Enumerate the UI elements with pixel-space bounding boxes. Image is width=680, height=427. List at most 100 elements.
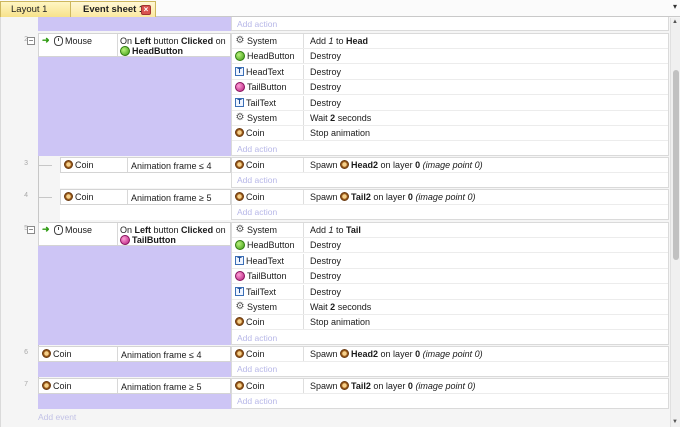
action-text[interactable]: Destroy xyxy=(310,254,341,268)
collapse-toggle-icon[interactable]: − xyxy=(27,226,35,234)
action-object[interactable]: T HeadText xyxy=(232,254,304,268)
action-object[interactable]: HeadButton xyxy=(232,238,304,252)
action-text[interactable]: Spawn Head2 on layer 0 (image point 0) xyxy=(310,347,483,361)
vertical-scrollbar[interactable]: ▲ ▼ xyxy=(670,18,680,427)
action-row[interactable]: Coin Stop animation xyxy=(232,315,668,330)
condition-object[interactable]: Coin xyxy=(64,192,94,202)
condition-text[interactable]: Animation frame ≥ 5 xyxy=(121,382,201,392)
action-object[interactable]: Coin xyxy=(232,190,304,204)
action-text[interactable]: Wait 2 seconds xyxy=(310,111,371,125)
tab-layout-1[interactable]: Layout 1 xyxy=(0,1,72,17)
action-row[interactable]: Coin Spawn Head2 on layer 0 (image point … xyxy=(232,158,668,173)
condition-object[interactable]: ➜ Mouse xyxy=(42,35,92,47)
condition-row[interactable]: ➜ Mouse On Left button Clicked on TailButto… xyxy=(38,222,231,246)
action-object-label: HeadButton xyxy=(247,240,295,250)
action-row[interactable]: TailButton Destroy xyxy=(232,80,668,95)
action-text-part: to xyxy=(333,36,347,46)
condition-text[interactable]: Animation frame ≥ 5 xyxy=(131,193,211,203)
close-tab-icon[interactable]: × xyxy=(141,5,151,15)
collapse-toggle-icon[interactable]: − xyxy=(27,37,35,45)
action-row[interactable]: Coin Stop animation xyxy=(232,126,668,141)
previous-event-actions: Add action xyxy=(231,17,669,31)
condition-row[interactable]: Coin Animation frame ≥ 5 xyxy=(38,378,231,394)
action-text[interactable]: Add 1 to Head xyxy=(310,34,368,48)
action-object[interactable]: Coin xyxy=(232,315,304,329)
action-object[interactable]: ⚙ System xyxy=(232,223,304,237)
action-text[interactable]: Destroy xyxy=(310,80,341,94)
action-row[interactable]: T TailText Destroy xyxy=(232,285,668,300)
condition-text[interactable]: Animation frame ≤ 4 xyxy=(121,350,201,360)
action-text[interactable]: Spawn Tail2 on layer 0 (image point 0) xyxy=(310,379,475,393)
condition-object[interactable]: Coin xyxy=(42,381,72,391)
action-object-label: Coin xyxy=(246,160,265,170)
add-action-link[interactable]: Add action xyxy=(237,173,277,187)
action-text-part: on layer xyxy=(378,160,416,170)
action-object[interactable]: TailButton xyxy=(232,269,304,283)
action-object[interactable]: TailButton xyxy=(232,80,304,94)
condition-row[interactable]: Coin Animation frame ≥ 5 xyxy=(60,189,231,205)
action-text[interactable]: Destroy xyxy=(310,96,341,110)
action-object[interactable]: HeadButton xyxy=(232,49,304,63)
action-row[interactable]: Coin Spawn Head2 on layer 0 (image point … xyxy=(232,347,668,362)
scroll-up-arrow-icon[interactable]: ▲ xyxy=(672,19,678,25)
action-row[interactable]: ⚙ System Wait 2 seconds xyxy=(232,300,668,315)
scrollbar-thumb[interactable] xyxy=(673,70,679,260)
add-action-link[interactable]: Add action xyxy=(237,17,277,31)
action-row[interactable]: T TailText Destroy xyxy=(232,96,668,111)
action-text[interactable]: Spawn Tail2 on layer 0 (image point 0) xyxy=(310,190,475,204)
action-row[interactable]: HeadButton Destroy xyxy=(232,238,668,253)
action-text[interactable]: Destroy xyxy=(310,285,341,299)
tab-menu-dropdown-icon[interactable]: ▾ xyxy=(673,2,677,11)
action-object[interactable]: T TailText xyxy=(232,96,304,110)
action-row[interactable]: Coin Spawn Tail2 on layer 0 (image point … xyxy=(232,379,668,394)
action-object[interactable]: Coin xyxy=(232,379,304,393)
condition-text[interactable]: On Left button Clicked on TailButton xyxy=(120,225,226,246)
action-text[interactable]: Add 1 to Tail xyxy=(310,223,361,237)
action-object[interactable]: Coin xyxy=(232,158,304,172)
action-text[interactable]: Destroy xyxy=(310,269,341,283)
action-text[interactable]: Stop animation xyxy=(310,126,370,140)
condition-object[interactable]: Coin xyxy=(64,160,94,170)
scroll-down-arrow-icon[interactable]: ▼ xyxy=(672,419,678,425)
action-object[interactable]: T HeadText xyxy=(232,65,304,79)
action-row[interactable]: HeadButton Destroy xyxy=(232,49,668,64)
action-row[interactable]: ⚙ System Add 1 to Tail xyxy=(232,223,668,238)
action-object[interactable]: ⚙ System xyxy=(232,111,304,125)
action-object[interactable]: T TailText xyxy=(232,285,304,299)
condition-text[interactable]: On Left button Clicked on HeadButton xyxy=(120,36,226,57)
condition-text[interactable]: Animation frame ≤ 4 xyxy=(131,161,211,171)
add-event-link[interactable]: Add event xyxy=(38,412,76,422)
tree-line xyxy=(38,197,52,198)
action-row[interactable]: TailButton Destroy xyxy=(232,269,668,284)
condition-row[interactable]: Coin Animation frame ≤ 4 xyxy=(38,346,231,362)
event-number: 4 xyxy=(24,192,28,199)
condition-object[interactable]: Coin xyxy=(42,349,72,359)
action-row[interactable]: ⚙ System Wait 2 seconds xyxy=(232,111,668,126)
action-text[interactable]: Destroy xyxy=(310,238,341,252)
pink-button-icon xyxy=(235,270,245,281)
tab-event-sheet-1[interactable]: Event sheet 1 × xyxy=(70,1,156,17)
condition-row[interactable]: Coin Animation frame ≤ 4 xyxy=(60,157,231,173)
action-object[interactable]: Coin xyxy=(232,347,304,361)
action-text[interactable]: Stop animation xyxy=(310,315,370,329)
action-row[interactable]: ⚙ System Add 1 to Head xyxy=(232,34,668,49)
condition-object-label: Coin xyxy=(75,192,94,202)
action-object[interactable]: Coin xyxy=(232,126,304,140)
add-action-link[interactable]: Add action xyxy=(237,362,277,376)
add-action-link[interactable]: Add action xyxy=(237,205,277,219)
add-action-link[interactable]: Add action xyxy=(237,394,277,408)
condition-row[interactable]: ➜ Mouse On Left button Clicked on HeadButto… xyxy=(38,33,231,57)
action-row[interactable]: T HeadText Destroy xyxy=(232,254,668,269)
action-object[interactable]: ⚙ System xyxy=(232,300,304,314)
action-row[interactable]: T HeadText Destroy xyxy=(232,65,668,80)
action-object[interactable]: ⚙ System xyxy=(232,34,304,48)
condition-object[interactable]: ➜ Mouse xyxy=(42,224,92,236)
green-button-icon xyxy=(235,50,245,61)
action-text[interactable]: Destroy xyxy=(310,49,341,63)
add-action-link[interactable]: Add action xyxy=(237,331,277,345)
add-action-link[interactable]: Add action xyxy=(237,142,277,156)
action-text[interactable]: Wait 2 seconds xyxy=(310,300,371,314)
action-text[interactable]: Spawn Head2 on layer 0 (image point 0) xyxy=(310,158,483,172)
action-text[interactable]: Destroy xyxy=(310,65,341,79)
action-row[interactable]: Coin Spawn Tail2 on layer 0 (image point … xyxy=(232,190,668,205)
